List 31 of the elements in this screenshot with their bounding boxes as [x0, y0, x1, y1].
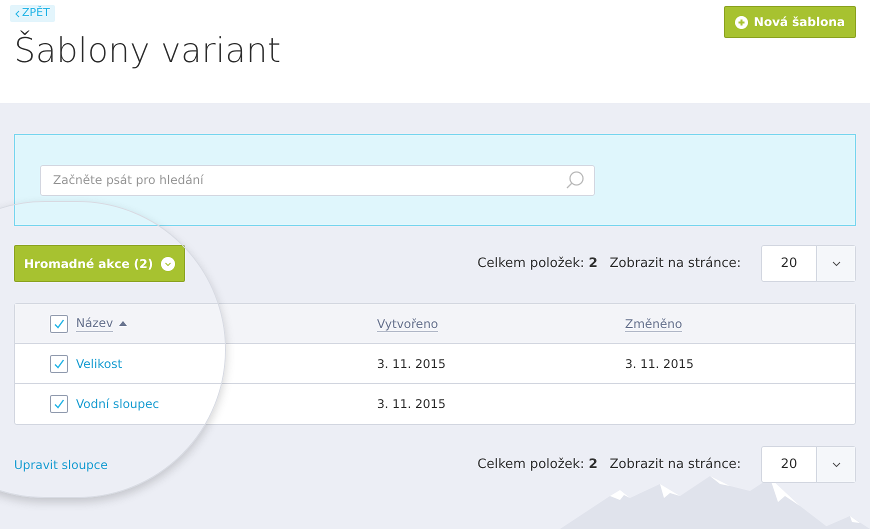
template-name-link[interactable]: Velikost [76, 356, 122, 370]
table-cell: 3. 11. 2015 [377, 356, 446, 370]
chevron-down-circle-icon [161, 256, 176, 270]
plus-circle-icon [734, 16, 748, 28]
per-page-label: Zobrazit na stránce: [610, 456, 741, 474]
bulk-actions-button[interactable]: Hromadné akce (2) [14, 245, 186, 282]
column-header[interactable]: Vytvořeno [377, 316, 438, 332]
table-cell: 3. 11. 2015 [377, 397, 446, 411]
checkmark-icon [53, 358, 65, 370]
search-icon [565, 170, 585, 190]
checkmark-icon [53, 398, 65, 410]
chevron-down-icon [832, 260, 840, 266]
per-page-select[interactable]: 20 [761, 245, 856, 282]
per-page-label: Zobrazit na stránce: [610, 254, 741, 273]
back-link[interactable]: ZPĚT [10, 5, 55, 22]
total-count-label: Celkem položek: 2 [477, 456, 598, 474]
new-template-button[interactable]: Nová šablona [724, 6, 856, 38]
search-field[interactable]: Začněte psát pro hledání [40, 164, 595, 196]
total-count-label: Celkem položek: 2 [477, 254, 598, 273]
checkmark-icon [53, 318, 65, 330]
per-page-select[interactable]: 20 [761, 446, 856, 483]
chevron-left-icon [15, 10, 20, 18]
checkbox[interactable] [50, 354, 68, 372]
checkbox[interactable] [50, 314, 68, 332]
chevron-down-icon [832, 462, 840, 468]
column-header[interactable]: Název [76, 316, 114, 332]
table-cell: 3. 11. 2015 [625, 356, 694, 370]
column-header[interactable]: Změněno [625, 316, 682, 332]
checkbox[interactable] [50, 395, 68, 413]
edit-columns-link[interactable]: Upravit sloupce [14, 456, 108, 474]
template-name-link[interactable]: Vodní sloupec [76, 397, 160, 411]
